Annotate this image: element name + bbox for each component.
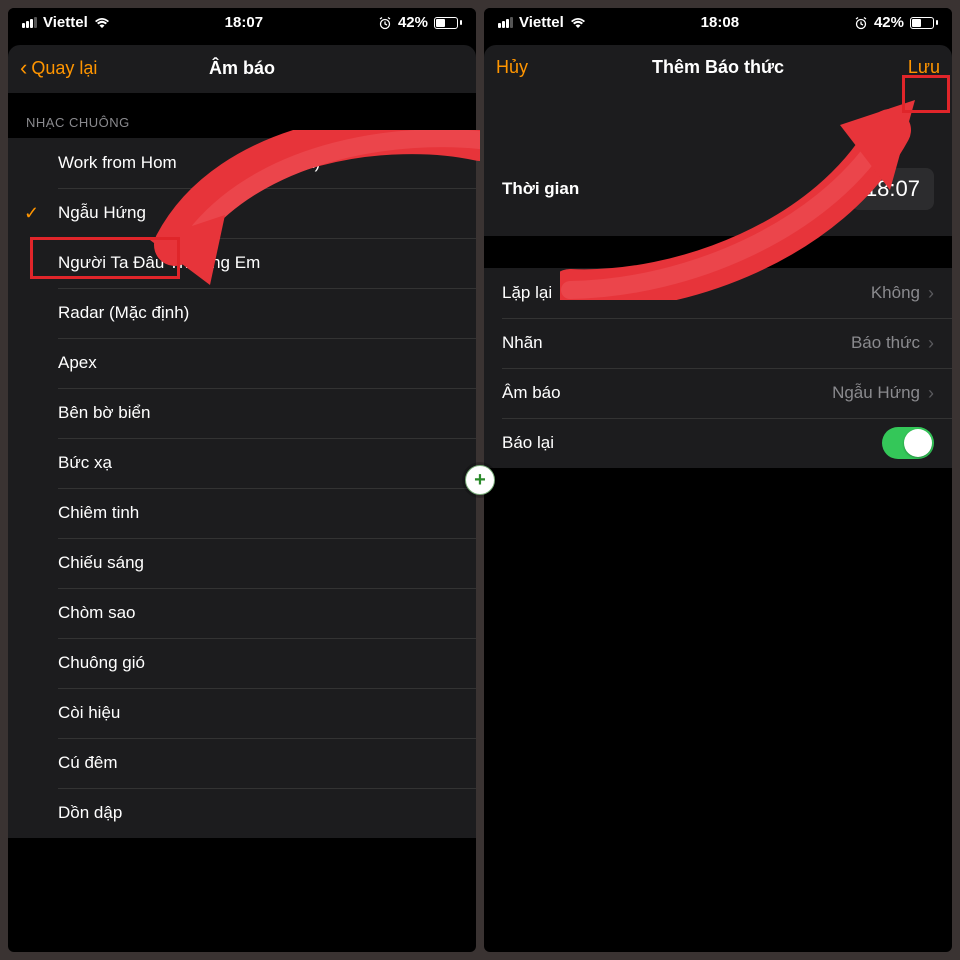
- screenshot-right: Viettel 18:08 42% Hủy Thêm Báo thức Lưu …: [484, 8, 952, 952]
- chevron-right-icon: ›: [928, 333, 934, 354]
- nav-bar: ‹ Quay lại Âm báo: [8, 45, 476, 93]
- ringtone-row[interactable]: Chuông gió: [8, 638, 476, 688]
- alarm-settings-list: Lặp lại Không › Nhãn Báo thức › Âm báo N…: [484, 268, 952, 468]
- section-header-ringtones: NHẠC CHUÔNG: [8, 93, 476, 138]
- page-title: Thêm Báo thức: [652, 57, 784, 78]
- status-bar: Viettel 18:08 42%: [484, 8, 952, 35]
- back-label: Quay lại: [31, 58, 97, 79]
- ringtone-list: Work from Hom a Remix) ✓ Ngẫu Hứng Người…: [8, 138, 476, 838]
- cancel-button[interactable]: Hủy: [496, 57, 528, 78]
- status-bar: Viettel 18:07 42%: [8, 8, 476, 35]
- snooze-row[interactable]: Báo lại: [484, 418, 952, 468]
- time-label: Thời gian: [502, 179, 579, 199]
- ringtone-row[interactable]: Chiếu sáng: [8, 538, 476, 588]
- wifi-icon: [94, 17, 110, 29]
- alarm-icon: [378, 16, 392, 30]
- chevron-left-icon: ‹: [20, 57, 27, 79]
- cancel-label: Hủy: [496, 57, 528, 78]
- ringtone-row[interactable]: Apex: [8, 338, 476, 388]
- status-time: 18:08: [701, 14, 739, 31]
- ringtone-row[interactable]: Work from Hom a Remix): [8, 138, 476, 188]
- back-button[interactable]: ‹ Quay lại: [20, 57, 97, 79]
- signal-bars-icon: [22, 17, 37, 28]
- checkmark-icon: ✓: [24, 203, 39, 224]
- ringtone-row[interactable]: Cú đêm: [8, 738, 476, 788]
- signal-bars-icon: [498, 17, 513, 28]
- ringtone-row[interactable]: Radar (Mặc định): [8, 288, 476, 338]
- ringtone-row-selected[interactable]: ✓ Ngẫu Hứng: [8, 188, 476, 238]
- battery-pct: 42%: [874, 14, 904, 31]
- battery-icon: [434, 17, 462, 29]
- ringtone-row[interactable]: Bức xạ: [8, 438, 476, 488]
- carrier-label: Viettel: [519, 14, 564, 31]
- snooze-toggle[interactable]: [882, 427, 934, 459]
- save-button[interactable]: Lưu: [908, 57, 940, 78]
- wifi-icon: [570, 17, 586, 29]
- merge-plus-badge: +: [465, 465, 495, 495]
- chevron-right-icon: ›: [928, 383, 934, 404]
- battery-pct: 42%: [398, 14, 428, 31]
- page-title: Âm báo: [209, 58, 275, 79]
- ringtone-row[interactable]: Người Ta Đâu Thương Em: [8, 238, 476, 288]
- status-time: 18:07: [225, 14, 263, 31]
- sound-row[interactable]: Âm báo Ngẫu Hứng ›: [484, 368, 952, 418]
- ringtone-row[interactable]: Chòm sao: [8, 588, 476, 638]
- time-row[interactable]: Thời gian 18:07: [484, 142, 952, 236]
- alarm-icon: [854, 16, 868, 30]
- screenshot-left: Viettel 18:07 42% ‹ Quay lại Âm báo NHẠC…: [8, 8, 476, 952]
- ringtone-row[interactable]: Còi hiệu: [8, 688, 476, 738]
- repeat-row[interactable]: Lặp lại Không ›: [484, 268, 952, 318]
- ringtone-row[interactable]: Bên bờ biển: [8, 388, 476, 438]
- label-row[interactable]: Nhãn Báo thức ›: [484, 318, 952, 368]
- chevron-right-icon: ›: [928, 283, 934, 304]
- nav-bar: Hủy Thêm Báo thức Lưu: [484, 45, 952, 92]
- time-value[interactable]: 18:07: [851, 168, 934, 210]
- plus-icon: +: [474, 470, 486, 490]
- battery-icon: [910, 17, 938, 29]
- ringtone-row[interactable]: Dồn dập: [8, 788, 476, 838]
- carrier-label: Viettel: [43, 14, 88, 31]
- ringtone-row[interactable]: Chiêm tinh: [8, 488, 476, 538]
